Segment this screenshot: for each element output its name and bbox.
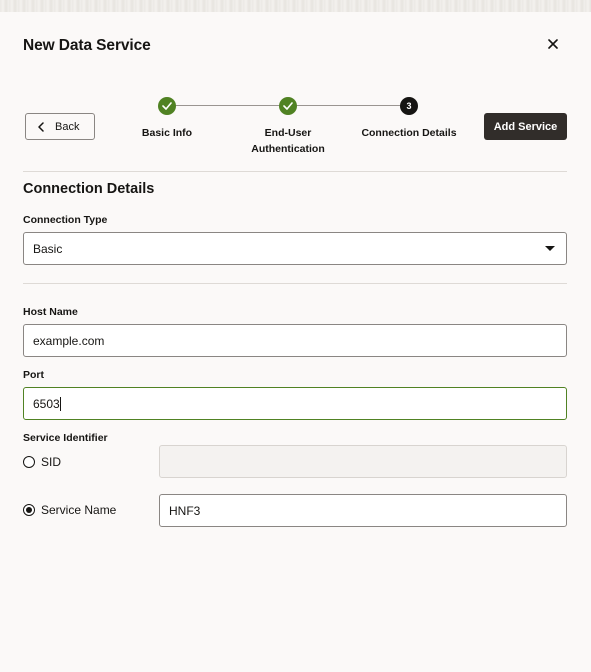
- sid-input: [159, 445, 567, 478]
- connection-type-select[interactable]: Basic: [23, 232, 567, 265]
- sid-radio[interactable]: [23, 456, 35, 468]
- section-divider: [23, 283, 567, 284]
- top-strip: [0, 0, 591, 12]
- host-name-value: example.com: [33, 333, 105, 348]
- section-title: Connection Details: [23, 181, 155, 197]
- step-1-label: Basic Info: [141, 127, 193, 139]
- host-name-label: Host Name: [23, 306, 78, 318]
- step-3-number: 3: [406, 101, 412, 111]
- step-3-current-badge[interactable]: 3: [400, 97, 418, 115]
- step-1-done-icon[interactable]: [158, 97, 176, 115]
- close-button[interactable]: [543, 34, 563, 54]
- service-identifier-label: Service Identifier: [23, 432, 108, 444]
- header-divider: [23, 171, 567, 172]
- step-3-label: Connection Details: [361, 127, 457, 139]
- service-name-radio-label[interactable]: Service Name: [41, 503, 116, 517]
- chevron-down-icon: [545, 246, 555, 251]
- back-button-label: Back: [55, 120, 80, 133]
- service-name-radio[interactable]: [23, 504, 35, 516]
- sid-radio-label[interactable]: SID: [41, 455, 61, 469]
- check-icon: [283, 102, 293, 110]
- back-button[interactable]: Back: [25, 113, 95, 140]
- radio-selected-dot: [26, 507, 32, 513]
- service-name-input[interactable]: HNF3: [159, 494, 567, 527]
- check-icon: [162, 102, 172, 110]
- port-label: Port: [23, 369, 44, 381]
- step-2-label-line1: End-User: [264, 127, 312, 139]
- host-name-input[interactable]: example.com: [23, 324, 567, 357]
- text-cursor: [59, 396, 61, 411]
- port-value: 6503: [33, 396, 60, 411]
- connection-type-label: Connection Type: [23, 214, 108, 226]
- connection-type-value: Basic: [33, 241, 63, 256]
- new-data-service-dialog: New Data Service Back 3 Basic Info End-U…: [0, 12, 591, 672]
- step-label-connection-details[interactable]: Connection Details: [352, 125, 466, 141]
- step-label-end-user-authentication[interactable]: End-User Authentication: [238, 125, 338, 157]
- port-input[interactable]: 6503: [23, 387, 567, 420]
- dialog-title: New Data Service: [23, 37, 151, 54]
- close-icon: [548, 39, 558, 49]
- step-2-done-icon[interactable]: [279, 97, 297, 115]
- chevron-left-icon: [38, 121, 44, 132]
- service-name-value: HNF3: [169, 503, 201, 518]
- step-2-label-line2: Authentication: [251, 143, 325, 155]
- step-label-basic-info[interactable]: Basic Info: [128, 125, 206, 141]
- add-service-button[interactable]: Add Service: [484, 113, 567, 140]
